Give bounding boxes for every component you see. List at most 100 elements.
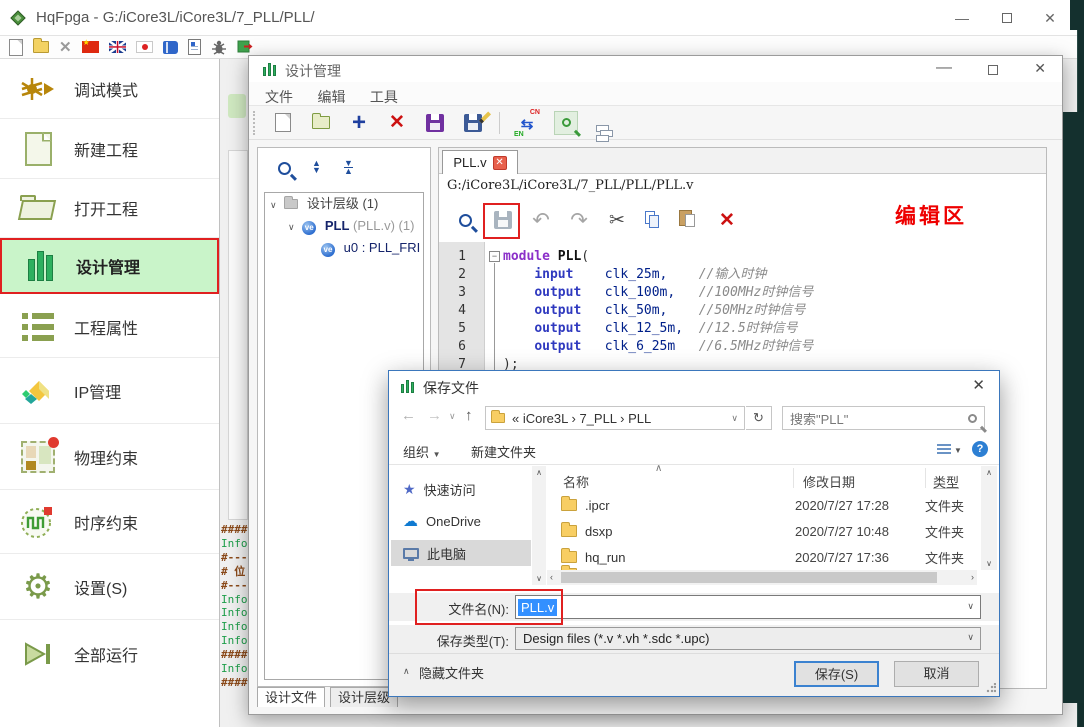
tree-row-root[interactable]: ∨ 设计层级 (1) [265,193,423,215]
save-floppy-icon[interactable] [423,114,447,132]
dialog-close-button[interactable]: ✕ [972,376,985,394]
code-line[interactable]: 1module PLL( [439,248,1046,266]
chevron-down-icon[interactable]: ∨ [288,216,295,238]
flag-uk-icon[interactable] [109,41,126,53]
collapse-all-icon[interactable]: ▼▲ [344,160,353,175]
file-list-vscrollbar[interactable]: ∧∨ [981,466,997,570]
help-icon[interactable]: ? [972,441,988,457]
console-log[interactable]: #### Info #--- # 位 #--- Info Info Info I… [221,523,248,693]
resize-grip[interactable] [986,683,996,693]
add-plus-icon[interactable]: + [347,109,371,137]
sidebar-item-run-all[interactable]: 全部运行 [0,620,219,688]
collapse-icon[interactable]: ∧ [403,666,410,677]
file-row-hq-run[interactable]: hq_run 2020/7/27 17:36 文件夹 [547,544,977,570]
sidebar-item-design-manage[interactable]: 设计管理 [0,238,219,294]
address-bar[interactable]: « iCore3L › 7_PLL › PLL ∨ [485,406,745,430]
menu-file[interactable]: 文件 [261,86,297,108]
nav-this-pc[interactable]: 此电脑 [391,540,531,566]
refresh-button[interactable]: ↻ [746,406,772,430]
cancel-button[interactable]: 取消 [894,661,979,687]
file-row-dsxp[interactable]: dsxp 2020/7/27 10:48 文件夹 [547,518,977,544]
exit-icon[interactable] [237,39,254,55]
dw-close-button[interactable]: ✕ [1034,60,1046,77]
file-list-hscrollbar[interactable]: ‹ › [547,570,977,585]
close-x-icon[interactable]: ✕ [59,38,72,56]
menu-tools[interactable]: 工具 [366,86,402,108]
filename-input[interactable]: PLL.v ∨ [515,595,981,619]
undo-icon[interactable]: ↶ [529,208,553,233]
main-titlebar[interactable]: HqFpga - G:/iCore3L/iCore3L/7_PLL/PLL/ —… [0,0,1077,36]
column-type[interactable]: 类型 [933,472,959,491]
toolbar-grip[interactable] [253,111,257,135]
tree-search-icon[interactable] [278,162,291,180]
open-folder-icon[interactable] [309,116,333,129]
tree-row-module[interactable]: ∨ ve PLL (PLL.v) (1) [265,215,423,237]
tree-row-instance[interactable]: ve u0 : PLL_FRI [265,237,423,259]
filetype-select[interactable]: Design files (*.v *.vh *.sdc *.upc) ∨ [515,627,981,650]
nav-scrollbar[interactable]: ∧∨ [532,466,546,585]
search-green-icon[interactable] [554,111,578,135]
search-box[interactable]: 搜索"PLL" [782,406,985,430]
view-dropdown-icon[interactable]: ▼ [954,446,962,455]
open-folder-icon[interactable] [33,41,49,53]
delete-icon[interactable]: ✕ [715,209,739,232]
hide-folders-button[interactable]: 隐藏文件夹 [419,663,484,682]
chevron-down-icon[interactable]: ∨ [270,194,277,216]
sidebar-item-debug-mode[interactable]: 调试模式 [0,59,219,119]
sidebar-item-project-properties[interactable]: 工程属性 [0,296,219,358]
dw-maximize-button[interactable] [988,62,998,80]
column-date[interactable]: 修改日期 [803,472,855,491]
design-window-titlebar[interactable]: 设计管理 — ✕ [249,56,1062,82]
tab-design-files[interactable]: 设计文件 [257,687,325,707]
save-icon[interactable] [491,211,515,229]
new-folder-button[interactable]: 新建文件夹 [471,442,536,461]
search-icon[interactable] [453,214,477,227]
flag-japan-icon[interactable] [136,41,153,53]
filename-dropdown-icon[interactable]: ∨ [967,601,974,612]
code-line[interactable]: 2 input clk_25m, //输入时钟 [439,266,1046,284]
new-file-icon[interactable] [9,39,23,56]
tab-close-icon[interactable]: ✕ [493,156,507,170]
editor-tab-pll[interactable]: PLL.v ✕ [442,150,518,174]
up-icon[interactable]: ↑ [465,407,473,424]
debug-bug-icon[interactable] [211,39,227,56]
translate-cn-en-icon[interactable]: CN⇆EN [514,111,540,135]
expand-all-icon[interactable]: ▲▼ [312,160,321,174]
code-line[interactable]: 5 output clk_12_5m, //12.5时钟信号 [439,320,1046,338]
sidebar-item-timing-constraint[interactable]: 时序约束 [0,490,219,554]
flag-china-icon[interactable]: ★ [82,41,99,53]
minimize-button[interactable]: — [947,8,977,28]
column-name[interactable]: 名称 [563,472,589,492]
sidebar-item-new-project[interactable]: 新建工程 [0,119,219,179]
sidebar-item-physical-constraint[interactable]: 物理约束 [0,424,219,490]
column-separator[interactable] [793,468,794,488]
dw-minimize-button[interactable]: — [936,59,952,77]
recent-locations-icon[interactable]: ∨ [449,411,456,422]
nav-quick-access[interactable]: ★ 快速访问 [391,476,531,502]
code-line[interactable]: 6 output clk_6_25m //6.5MHz时钟信号 [439,338,1046,356]
filetype-dropdown-icon[interactable]: ∨ [967,632,974,643]
redo-icon[interactable]: ↷ [567,208,591,233]
file-row-ipcr[interactable]: .ipcr 2020/7/27 17:28 文件夹 [547,492,977,518]
new-file-icon[interactable] [271,113,295,132]
close-button[interactable]: ✕ [1035,8,1065,28]
menu-edit[interactable]: 编辑 [313,86,349,108]
help-book-icon[interactable] [163,41,178,54]
save-button[interactable]: 保存(S) [794,661,879,687]
hscroll-thumb[interactable] [561,572,937,583]
forward-icon[interactable]: → [427,407,442,424]
scroll-left-icon[interactable]: ‹ [550,572,553,582]
code-line[interactable]: 4 output clk_50m, //50MHz时钟信号 [439,302,1046,320]
code-line[interactable]: 3 output clk_100m, //100MHz时钟信号 [439,284,1046,302]
save-edit-icon[interactable] [461,114,485,132]
back-icon[interactable]: ← [401,407,416,424]
organize-button[interactable]: 组织 ▼ [403,442,441,461]
scroll-right-icon[interactable]: › [971,572,974,582]
sidebar-item-settings[interactable]: ⚙ 设置(S) [0,554,219,620]
address-dropdown-icon[interactable]: ∨ [731,413,738,424]
cut-icon[interactable]: ✂ [605,209,629,232]
view-list-icon[interactable] [937,444,951,456]
nav-onedrive[interactable]: ☁ OneDrive [391,508,531,534]
sidebar-item-open-project[interactable]: 打开工程 [0,179,219,238]
datasheet-icon[interactable] [188,39,201,55]
